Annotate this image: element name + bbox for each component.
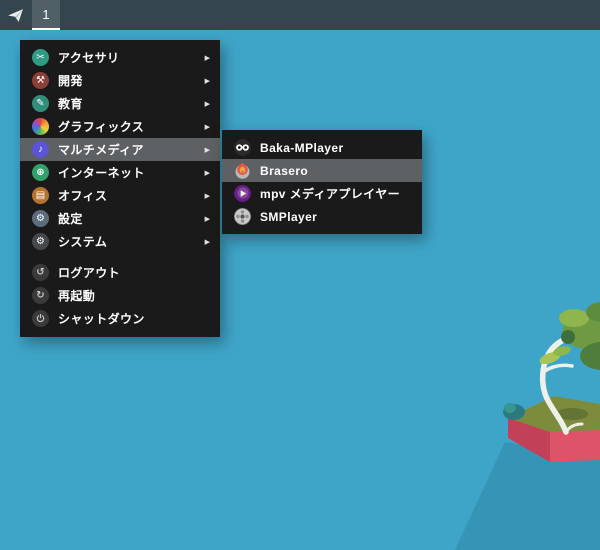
menu-item-internet[interactable]: ⊕ インターネット ▶ — [20, 161, 220, 184]
menu-item-restart[interactable]: ↻ 再起動 — [20, 284, 220, 307]
chevron-right-icon: ▶ — [204, 54, 210, 62]
menu-item-label: マルチメディア — [58, 143, 144, 157]
island-grass-top — [508, 396, 600, 432]
menu-category-list: ✂ アクセサリ ▶ ⚒ 開発 ▶ ✎ 教育 ▶ グラフィックス ▶ ♪ マルチメディア ▶ ⊕ インターネット… — [20, 46, 220, 253]
chevron-right-icon: ▶ — [204, 146, 210, 154]
shutdown-icon — [32, 310, 49, 327]
baka-mplayer-icon — [234, 139, 251, 156]
chevron-right-icon: ▶ — [204, 192, 210, 200]
top-panel: 1 — [0, 0, 600, 30]
chevron-right-icon: ▶ — [204, 77, 210, 85]
menu-item-label: システム — [58, 235, 108, 249]
menu-item-development[interactable]: ⚒ 開発 ▶ — [20, 69, 220, 92]
island-shadow — [455, 442, 600, 550]
island-rock-front — [508, 418, 600, 462]
mpv-icon — [234, 185, 251, 202]
menu-item-label: Brasero — [260, 163, 309, 178]
application-menu: ✂ アクセサリ ▶ ⚒ 開発 ▶ ✎ 教育 ▶ グラフィックス ▶ ♪ マルチメディア ▶ ⊕ インターネット… — [20, 40, 220, 337]
brasero-icon — [234, 162, 251, 179]
menu-separator — [20, 253, 220, 261]
graphics-icon — [32, 118, 49, 135]
office-icon: ▤ — [32, 187, 49, 204]
menu-action-list: ↺ ログアウト ↻ 再起動シャットダウン — [20, 261, 220, 330]
submenu-item-brasero[interactable]: Brasero — [222, 159, 422, 182]
menu-item-office[interactable]: ▤ オフィス ▶ — [20, 184, 220, 207]
island-rock-side — [508, 418, 550, 462]
submenu-item-mpv[interactable]: mpv メディアプレイヤー — [222, 182, 422, 205]
menu-item-shutdown[interactable]: シャットダウン — [20, 307, 220, 330]
tree-trunk — [539, 334, 573, 435]
education-icon: ✎ — [32, 95, 49, 112]
menu-item-logout[interactable]: ↺ ログアウト — [20, 261, 220, 284]
bush — [503, 404, 525, 420]
wallpaper-island-illustration — [455, 302, 600, 550]
chevron-right-icon: ▶ — [204, 238, 210, 246]
multimedia-submenu: Baka-MPlayer Brasero mpv メディアプレイヤー SMPlayer — [222, 130, 422, 234]
settings-icon: ⚙ — [32, 210, 49, 227]
menu-item-settings[interactable]: ⚙ 設定 ▶ — [20, 207, 220, 230]
chevron-right-icon: ▶ — [204, 100, 210, 108]
menu-item-accessories[interactable]: ✂ アクセサリ ▶ — [20, 46, 220, 69]
menu-item-label: グラフィックス — [58, 120, 145, 134]
multimedia-icon: ♪ — [32, 141, 49, 158]
menu-item-education[interactable]: ✎ 教育 ▶ — [20, 92, 220, 115]
menu-item-label: 再起動 — [58, 289, 96, 303]
chevron-right-icon: ▶ — [204, 123, 210, 131]
chevron-right-icon: ▶ — [204, 215, 210, 223]
menu-item-label: ログアウト — [58, 266, 121, 280]
paper-plane-icon — [7, 8, 23, 22]
menu-item-label: 設定 — [58, 212, 83, 226]
smplayer-icon — [234, 208, 251, 225]
development-icon: ⚒ — [32, 72, 49, 89]
menu-item-label: 開発 — [58, 74, 83, 88]
submenu-item-baka-mplayer[interactable]: Baka-MPlayer — [222, 136, 422, 159]
submenu-item-list: Baka-MPlayer Brasero mpv メディアプレイヤー SMPlayer — [222, 136, 422, 228]
menu-item-graphics[interactable]: グラフィックス ▶ — [20, 115, 220, 138]
submenu-item-smplayer[interactable]: SMPlayer — [222, 205, 422, 228]
menu-item-label: シャットダウン — [58, 312, 145, 326]
menu-item-label: オフィス — [58, 189, 108, 203]
menu-item-system[interactable]: ⚙ システム ▶ — [20, 230, 220, 253]
menu-item-label: 教育 — [58, 97, 83, 111]
workspace-button[interactable]: 1 — [32, 0, 60, 30]
menu-item-label: アクセサリ — [58, 51, 120, 65]
app-menu-button[interactable] — [0, 0, 30, 30]
menu-item-label: mpv メディアプレイヤー — [260, 187, 401, 201]
tree-foliage — [562, 315, 600, 349]
system-icon: ⚙ — [32, 233, 49, 250]
chevron-right-icon: ▶ — [204, 169, 210, 177]
accessories-icon: ✂ — [32, 49, 49, 66]
logout-icon: ↺ — [32, 264, 49, 281]
internet-icon: ⊕ — [32, 164, 49, 181]
menu-item-multimedia[interactable]: ♪ マルチメディア ▶ — [20, 138, 220, 161]
restart-icon: ↻ — [32, 287, 49, 304]
menu-item-label: インターネット — [58, 166, 145, 180]
menu-item-label: SMPlayer — [260, 209, 318, 224]
menu-item-label: Baka-MPlayer — [260, 140, 344, 155]
